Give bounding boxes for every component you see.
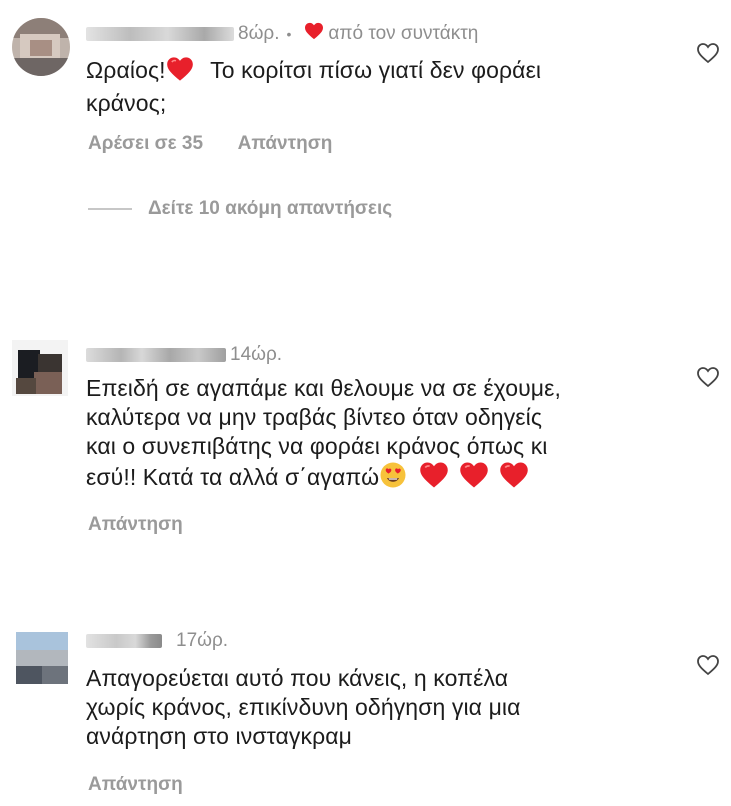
comment-text-line: εσύ!! Κατά τα αλλά σ΄αγαπώ <box>86 464 380 490</box>
replies-divider <box>88 208 132 210</box>
red-heart-emoji <box>459 461 489 496</box>
comment-meta: 8ώρ. • από τον συντάκτη <box>86 22 478 46</box>
comment-text-line: χωρίς κράνος, επικίνδυνη οδήγηση για μια <box>86 694 521 720</box>
username-redacted[interactable] <box>86 634 162 648</box>
heart-outline-icon[interactable] <box>696 42 722 66</box>
heart-outline-icon[interactable] <box>696 366 722 390</box>
reply-button[interactable]: Απάντηση <box>88 774 183 795</box>
view-more-replies-button[interactable]: Δείτε 10 ακόμη απαντήσεις <box>88 198 392 220</box>
heart-eyes-emoji <box>379 461 407 496</box>
reply-button[interactable]: Απάντηση <box>238 133 333 154</box>
comment-text-line: Επειδή σε αγαπάμε και θελουμε να σε έχου… <box>86 375 562 401</box>
avatar[interactable] <box>16 632 68 684</box>
likes-count-link[interactable]: Αρέσει σε 35 <box>88 133 203 154</box>
comment-text: Απαγορεύεται αυτό που κάνεις, η κοπέλα χ… <box>86 664 521 751</box>
view-more-replies-label: Δείτε 10 ακόμη απαντήσεις <box>148 198 393 219</box>
comment-time: 17ώρ. <box>176 630 229 651</box>
red-heart-icon <box>304 22 324 46</box>
comment-text-line: και ο συνεπιβάτης να φοράει κράνος όπως … <box>86 433 548 459</box>
comment-time: 14ώρ. <box>230 344 283 365</box>
red-heart-emoji <box>166 56 194 89</box>
comment-actions: Απάντηση <box>88 774 213 796</box>
meta-separator: • <box>286 26 292 42</box>
avatar[interactable] <box>12 340 68 396</box>
heart-outline-icon[interactable] <box>696 654 722 678</box>
comment-text-line: καλύτερα να μην τραβάς βίντεο όταν οδηγε… <box>86 404 543 430</box>
avatar[interactable] <box>12 18 70 76</box>
comment-time: 8ώρ. <box>238 23 280 44</box>
comment-3: 17ώρ. Απαγορεύεται αυτό που κάνεις, η κο… <box>0 610 731 806</box>
comment-text-line: Απαγορεύεται αυτό που κάνεις, η κοπέλα <box>86 665 509 691</box>
comment-text-line: Το κορίτσι πίσω γιατί δεν φοράει <box>210 57 542 83</box>
comment-1: 8ώρ. • από τον συντάκτη Ωραίος! Το κορίτ… <box>0 0 731 300</box>
username-redacted[interactable] <box>86 27 234 41</box>
comment-meta: 14ώρ. <box>86 344 282 366</box>
comment-text-line: ανάρτηση στο ινσταγκραμ <box>86 723 353 749</box>
comment-actions: Απάντηση <box>88 514 213 536</box>
red-heart-emoji <box>499 461 529 496</box>
username-redacted[interactable] <box>86 348 226 362</box>
comment-2: 14ώρ. Επειδή σε αγαπάμε και θελουμε να σ… <box>0 318 731 568</box>
reply-button[interactable]: Απάντηση <box>88 514 183 535</box>
comment-meta: 17ώρ. <box>86 630 228 652</box>
author-like-label: από τον συντάκτη <box>328 23 479 44</box>
comment-actions: Αρέσει σε 35 Απάντηση <box>88 133 362 155</box>
comment-text-line: Ωραίος! <box>86 57 166 83</box>
comment-text-line: κράνος; <box>86 90 167 116</box>
comment-text: Επειδή σε αγαπάμε και θελουμε να σε έχου… <box>86 374 561 496</box>
red-heart-emoji <box>419 461 449 496</box>
comment-text: Ωραίος! Το κορίτσι πίσω γιατί δεν φοράει… <box>86 56 541 118</box>
